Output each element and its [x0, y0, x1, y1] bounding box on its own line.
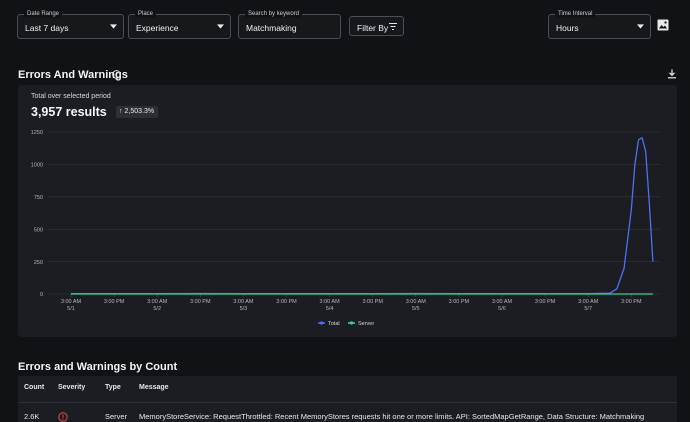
x-tick-label: 3:00 AM	[233, 299, 254, 305]
time-interval-value: Hours	[556, 23, 579, 33]
image-export-icon[interactable]	[657, 19, 669, 31]
y-tick-label: 1000	[31, 163, 43, 169]
x-tick-label: 3:00 AM	[61, 299, 82, 305]
column-header-type[interactable]: Type	[105, 384, 121, 391]
x-tick-label: 3:00 AM	[320, 299, 341, 305]
keyword-search-input[interactable]: Search by keyword Matchmaking	[238, 10, 341, 39]
y-tick-label: 500	[34, 227, 43, 233]
time-interval-select[interactable]: Time Interval Hours	[548, 10, 651, 39]
y-tick-label: 750	[34, 195, 43, 201]
filter-by-button[interactable]: Filter By	[349, 16, 404, 36]
search-label: Search by keyword	[245, 10, 303, 18]
table-title: Errors and Warnings by Count	[18, 361, 178, 373]
date-range-value: Last 7 days	[25, 23, 69, 33]
row-count: 2.6K	[24, 412, 40, 421]
x-tick-label: 3:00 PM	[190, 299, 211, 305]
legend-marker	[349, 321, 354, 325]
filter-icon	[389, 23, 397, 30]
x-tick-label: 3:00 AM	[406, 299, 427, 305]
chevron-down-icon	[110, 24, 117, 29]
place-select[interactable]: Place Experience	[128, 10, 231, 39]
x-tick-label: 3:00 PM	[535, 299, 556, 305]
y-tick-label: 250	[34, 260, 43, 266]
errors-line-chart: 0250500750100012503:00 AM5/13:00 PM 3:00 …	[31, 130, 660, 327]
x-tick-date-label: 5/6	[498, 306, 506, 312]
x-tick-label: 3:00 PM	[104, 299, 125, 305]
row-message[interactable]: MemoryStoreService: RequestThrottled: Re…	[139, 412, 644, 421]
x-tick-date-label: 5/5	[412, 306, 420, 312]
x-tick-label: 3:00 PM	[362, 299, 383, 305]
legend-marker	[319, 321, 324, 325]
x-tick-label: 3:00 AM	[147, 299, 168, 305]
x-tick-date-label: 5/2	[153, 306, 161, 312]
time-interval-label: Time Interval	[555, 10, 596, 18]
date-range-label: Date Range	[24, 10, 63, 18]
x-tick-label: 3:00 AM	[578, 299, 599, 305]
errors-table: Count Severity Type Message 2.6K Server …	[18, 376, 677, 422]
x-tick-date-label: 5/4	[326, 306, 334, 312]
x-tick-date-label: 5/7	[584, 306, 592, 312]
x-tick-date-label: 5/3	[240, 306, 248, 312]
legend-label: Total	[328, 321, 340, 327]
search-value: Matchmaking	[246, 23, 297, 33]
errors-chart-card: Total over selected period 3,957 results…	[18, 85, 677, 337]
error-icon	[58, 412, 68, 422]
filter-by-label: Filter By	[357, 23, 389, 33]
place-label: Place	[135, 10, 157, 18]
place-value: Experience	[136, 23, 179, 33]
x-tick-label: 3:00 PM	[621, 299, 642, 305]
x-tick-label: 3:00 PM	[449, 299, 470, 305]
row-type: Server	[105, 412, 128, 421]
legend-label: Server	[358, 321, 374, 327]
y-tick-label: 1250	[31, 130, 43, 136]
column-header-severity[interactable]: Severity	[58, 384, 85, 391]
x-tick-date-label: 5/1	[67, 306, 75, 312]
table-header: Count Severity Type Message	[18, 376, 677, 403]
chevron-down-icon	[637, 24, 644, 29]
date-range-select[interactable]: Date Range Last 7 days	[17, 10, 124, 39]
info-icon[interactable]	[112, 70, 121, 79]
y-tick-label: 0	[40, 292, 43, 298]
x-tick-label: 3:00 PM	[276, 299, 297, 305]
download-icon[interactable]	[667, 69, 677, 79]
column-header-count[interactable]: Count	[24, 384, 44, 391]
x-tick-label: 3:00 AM	[492, 299, 513, 305]
series-line-total	[70, 137, 654, 295]
column-header-message[interactable]: Message	[139, 384, 169, 391]
chevron-down-icon	[217, 24, 224, 29]
